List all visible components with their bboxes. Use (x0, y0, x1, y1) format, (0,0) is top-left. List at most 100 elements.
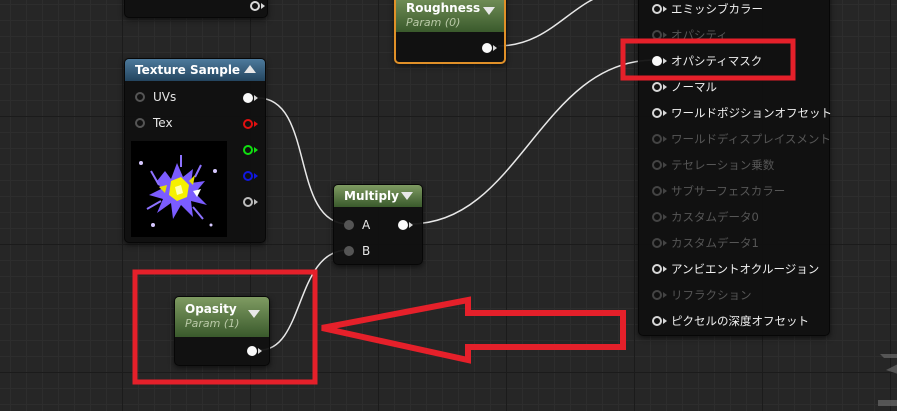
pin-outline-icon[interactable] (250, 1, 260, 11)
pin-outline-icon[interactable] (652, 4, 662, 14)
pin-arrow-icon (663, 214, 667, 220)
result-pin-world-displacement[interactable]: ワールドディスプレイスメント (639, 126, 831, 152)
pin-arrow-icon (254, 121, 258, 127)
pin-arrow-icon (663, 318, 667, 324)
pin-arrow-icon (493, 45, 497, 51)
pin-outline-icon[interactable] (652, 264, 662, 274)
result-pin-opacity-mask[interactable]: オパシティマスク (639, 48, 829, 74)
pin-arrow-icon (663, 32, 667, 38)
pin-arrow-icon (409, 222, 413, 228)
pin-arrow-icon (663, 136, 667, 142)
pin-arrow-icon (663, 84, 667, 90)
result-pin-opacity[interactable]: オパシティ (639, 22, 829, 48)
opacity-param-node[interactable]: Opasity Param (1) (174, 296, 270, 366)
red-output-pin[interactable] (243, 119, 253, 129)
result-pin-refraction[interactable]: リフラクション (639, 282, 829, 308)
multiply-input-b-label: B (362, 244, 371, 258)
result-pin-subsurface-color[interactable]: サブサーフェスカラー (639, 178, 829, 204)
opacity-node-subtitle: Param (1) (185, 317, 240, 330)
watermark-glyph (878, 354, 897, 406)
result-pin-label: ノーマル (671, 80, 717, 94)
pin-outline-icon[interactable] (652, 134, 662, 144)
material-result-node[interactable]: エミッシブカラー オパシティ オパシティマスク ノーマル ワールドポジションオフ… (638, 0, 832, 336)
opacity-node-header[interactable]: Opasity Param (1) (175, 297, 269, 337)
multiply-node-header[interactable]: Multiply (334, 185, 422, 207)
pin-outline-icon[interactable] (652, 82, 662, 92)
blue-output-pin[interactable] (243, 171, 253, 181)
collapse-arrow-icon[interactable] (248, 310, 260, 318)
result-pin-pixel-depth-offset[interactable]: ピクセルの深度オフセット (639, 308, 829, 334)
multiply-input-b-pin[interactable] (344, 246, 354, 256)
alpha-output-pin[interactable] (243, 197, 253, 207)
arrow-annotation (321, 296, 626, 364)
result-pin-label: サブサーフェスカラー (671, 184, 786, 198)
pin-arrow-icon (663, 240, 667, 246)
pin-outline-icon[interactable] (652, 108, 662, 118)
result-pin-label: ピクセルの深度オフセット (671, 314, 809, 328)
pin-arrow-icon (663, 266, 667, 272)
result-pin-label: オパシティ (671, 28, 728, 42)
tex-label: Tex (153, 116, 173, 130)
result-pin-emissive-color[interactable]: エミッシブカラー (639, 0, 829, 22)
collapse-arrow-icon[interactable] (483, 7, 495, 15)
result-pin-label: テセレーション乗数 (671, 158, 775, 172)
result-pin-label: オパシティマスク (671, 54, 763, 68)
pin-outline-icon[interactable] (652, 30, 662, 40)
texture-preview-thumbnail (131, 141, 227, 237)
result-pin-label: カスタムデータ0 (671, 210, 759, 224)
result-pin-label: ワールドポジションオフセット (671, 106, 832, 120)
result-pin-label: カスタムデータ1 (671, 236, 759, 250)
result-pin-label: リフラクション (671, 288, 752, 302)
wire-multiply-to-opacity-mask (409, 59, 656, 225)
pin-outline-icon[interactable] (652, 316, 662, 326)
wire-opacity-to-multiply-b (259, 249, 349, 351)
result-pin-custom-data-1[interactable]: カスタムデータ1 (639, 230, 829, 256)
result-pin-ambient-occlusion[interactable]: アンビエントオクルージョン (639, 256, 829, 282)
pin-outline-icon[interactable] (652, 238, 662, 248)
multiply-input-a-label: A (362, 218, 371, 232)
collapse-arrow-icon[interactable] (244, 65, 256, 73)
result-pin-tessellation-multiplier[interactable]: テセレーション乗数 (639, 152, 829, 178)
partial-node-top[interactable] (124, 0, 268, 18)
result-pin-label: エミッシブカラー (671, 2, 763, 16)
result-pin-label: ワールドディスプレイスメント (671, 132, 831, 146)
pin-arrow-icon (663, 6, 667, 12)
pin-arrow-icon (254, 95, 258, 101)
result-pin-normal[interactable]: ノーマル (639, 74, 829, 100)
result-pin-label: アンビエントオクルージョン (671, 262, 820, 276)
roughness-node-subtitle: Param (0) (406, 16, 461, 29)
pin-arrow-icon (663, 292, 667, 298)
wire-roughness-to-result (497, 0, 594, 47)
multiply-node-title: Multiply (344, 189, 399, 203)
roughness-output-pin[interactable] (482, 43, 492, 53)
pin-outline-icon[interactable] (652, 290, 662, 300)
multiply-input-a-pin[interactable] (344, 220, 354, 230)
pin-outline-icon[interactable] (652, 160, 662, 170)
pin-arrow-icon (663, 162, 667, 168)
pin-arrow-icon (254, 173, 258, 179)
tex-input-pin[interactable] (135, 118, 145, 128)
rgb-output-pin[interactable] (243, 93, 253, 103)
result-pin-custom-data-0[interactable]: カスタムデータ0 (639, 204, 829, 230)
pin-arrow-icon (663, 58, 667, 64)
opacity-output-pin[interactable] (247, 346, 257, 356)
pin-arrow-icon (663, 188, 667, 194)
uvs-label: UVs (153, 90, 177, 104)
collapse-arrow-icon[interactable] (401, 192, 413, 200)
texture-sample-title: Texture Sample (135, 63, 241, 77)
texture-sample-header[interactable]: Texture Sample (125, 59, 265, 81)
uvs-input-pin[interactable] (135, 92, 145, 102)
texture-sample-node[interactable]: Texture Sample UVs Tex (124, 58, 266, 243)
pin-arrow-icon (254, 147, 258, 153)
pin-arrow-icon (258, 348, 262, 354)
green-output-pin[interactable] (243, 145, 253, 155)
pin-arrow-icon (254, 199, 258, 205)
pin-filled-icon[interactable] (652, 56, 662, 66)
result-pin-world-position-offset[interactable]: ワールドポジションオフセット (639, 100, 832, 126)
multiply-output-pin[interactable] (398, 220, 408, 230)
pin-outline-icon[interactable] (652, 186, 662, 196)
roughness-node-header[interactable]: Roughness Param (0) (396, 0, 504, 32)
roughness-param-node[interactable]: Roughness Param (0) (394, 0, 506, 64)
multiply-node[interactable]: Multiply A B (333, 184, 423, 265)
pin-outline-icon[interactable] (652, 212, 662, 222)
